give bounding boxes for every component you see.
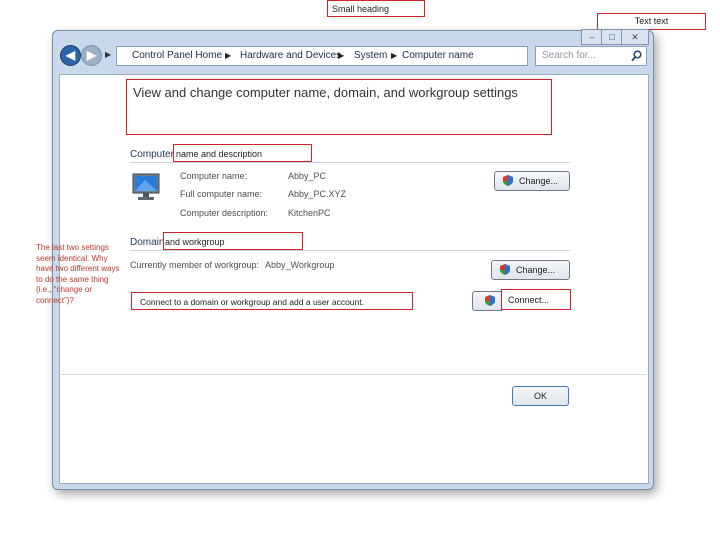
annotation-heading-box: View and change computer name, domain, a… xyxy=(126,79,552,135)
breadcrumb[interactable]: Control Panel Home ▶ Hardware and Device… xyxy=(116,46,528,66)
shield-icon xyxy=(485,295,495,306)
connect-button-label: Connect... xyxy=(508,295,550,305)
close-button[interactable]: ✕ xyxy=(621,29,649,45)
page-title: View and change computer name, domain, a… xyxy=(133,85,518,100)
name-and-description-text: name and description xyxy=(176,149,263,159)
side-note: The last two settings seem identical. Wh… xyxy=(36,243,120,305)
computer-description-value: KitchenPC xyxy=(288,208,331,218)
small-heading-text: Small heading xyxy=(332,4,390,14)
connect-description-text: Connect to a domain or workgroup and add… xyxy=(140,297,364,307)
connect-button[interactable] xyxy=(472,291,504,311)
workgroup-value: Abby_Workgroup xyxy=(265,260,335,270)
breadcrumb-computer-name[interactable]: Computer name xyxy=(402,47,474,65)
forward-arrow-icon[interactable]: ▶ xyxy=(81,45,102,66)
computer-description-label: Computer description: xyxy=(180,208,269,218)
back-arrow-icon[interactable]: ◀ xyxy=(60,45,81,66)
breadcrumb-hardware-and-devices[interactable]: Hardware and Devices xyxy=(240,47,341,65)
computer-icon xyxy=(132,173,160,200)
footer-divider xyxy=(60,374,646,375)
change-button-label: Change... xyxy=(516,265,556,275)
breadcrumb-system[interactable]: System xyxy=(354,47,387,65)
change-button-label: Change... xyxy=(519,176,559,186)
ok-button[interactable]: OK xyxy=(512,386,569,406)
search-placeholder: Search for... xyxy=(542,50,596,61)
annotation-connect-box: Connect... xyxy=(501,289,571,310)
section-heading-computer: Computer xyxy=(130,149,174,160)
annotation-small-heading: Small heading xyxy=(327,0,425,17)
text-text: Text text xyxy=(634,16,669,26)
shield-icon xyxy=(500,264,510,275)
full-computer-name-label: Full computer name: xyxy=(180,189,263,199)
breadcrumb-control-panel-home[interactable]: Control Panel Home xyxy=(132,47,222,65)
search-input[interactable]: Search for... xyxy=(535,46,647,66)
and-workgroup-text: and workgroup xyxy=(165,237,225,247)
minimize-button[interactable]: – xyxy=(581,29,603,45)
breadcrumb-start-separator: ▶ xyxy=(105,50,112,59)
breadcrumb-separator-icon: ▶ xyxy=(391,51,398,60)
maximize-button[interactable]: □ xyxy=(601,29,623,45)
annotation-connect-tooltip: Connect to a domain or workgroup and add… xyxy=(131,292,413,310)
breadcrumb-separator-icon: ▶ xyxy=(338,51,345,60)
computer-name-value: Abby_PC xyxy=(288,171,327,181)
magnifier-icon[interactable] xyxy=(631,50,642,62)
shield-icon xyxy=(503,175,513,186)
ok-button-label: OK xyxy=(533,391,547,401)
computer-name-label: Computer name: xyxy=(180,171,248,181)
breadcrumb-separator-icon: ▶ xyxy=(225,51,232,60)
annotation-name-box: name and description xyxy=(173,144,312,162)
change-computer-name-button[interactable]: Change... xyxy=(494,171,570,191)
section-heading-domain: Domain xyxy=(130,237,165,248)
full-computer-name-value: Abby_PC.XYZ xyxy=(288,189,347,199)
workgroup-label: Currently member of workgroup: xyxy=(130,260,260,270)
annotation-text-text: Text text xyxy=(597,13,706,30)
annotation-workgroup-box: and workgroup xyxy=(163,232,303,250)
change-workgroup-button[interactable]: Change... xyxy=(491,260,570,280)
